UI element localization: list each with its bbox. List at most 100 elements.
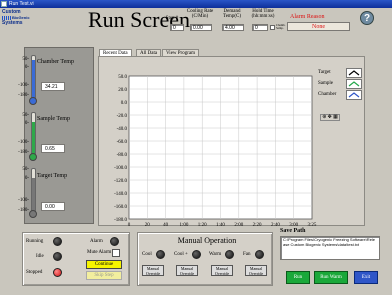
fan-label: Fan — [243, 252, 251, 257]
therm2-scale-0: 0- — [24, 121, 29, 126]
stopped-label: Stopped — [26, 270, 43, 275]
legend-swatch-target — [346, 68, 362, 78]
app-icon — [1, 1, 7, 7]
cool-indicator — [156, 250, 165, 259]
y-tick-label: -40.0 — [117, 127, 128, 132]
y-tick-label: -60.0 — [117, 140, 128, 145]
legend-swatch-chamber — [346, 90, 362, 100]
therm1-scale-180: -180- — [18, 93, 29, 98]
chamb-samp-toggle[interactable] — [270, 25, 275, 30]
therm1-scale-0: 0- — [24, 65, 29, 70]
status-panel: Running Idle Stopped Alarm Mute Alarm Co… — [22, 232, 130, 286]
title-bar: Run Test.vi — [0, 0, 392, 8]
chamber-thermometer-bulb — [29, 97, 37, 105]
legend-label-sample: Sample — [318, 81, 333, 86]
therm3-scale-100: -100- — [18, 198, 29, 203]
y-tick-label: -160.0 — [114, 205, 127, 210]
x-tick-label: 1:00 — [179, 223, 188, 227]
x-tick-label: 3:00 — [289, 223, 298, 227]
cooling-rate-field: 0.00 — [190, 24, 212, 31]
continue-button[interactable]: Continue — [86, 260, 122, 269]
x-tick-label: 20 — [145, 223, 151, 227]
alarm-indicator — [110, 237, 119, 246]
x-tick-label: 1:20 — [198, 223, 207, 227]
chamber-temp-label: Chamber Temp — [37, 59, 74, 65]
cool-label: Cool — [142, 252, 152, 257]
idle-indicator — [53, 252, 62, 261]
therm3-scale-180: -180- — [18, 208, 29, 213]
therm1-scale-50: 50- — [22, 57, 29, 62]
running-indicator — [53, 237, 62, 246]
therm3-scale-0: 0- — [24, 176, 29, 181]
demand-temp-field: 4.00 — [222, 24, 244, 31]
sample-thermometer-fill — [32, 122, 35, 154]
target-thermometer-fill — [32, 178, 35, 211]
coolplus-override-button[interactable]: Manual Override — [176, 265, 198, 276]
hold-time-label: Hold Time (hh:mm:ss) — [251, 9, 275, 19]
mute-alarm-checkbox[interactable] — [112, 249, 120, 257]
temperature-panel: 50- 0- -100- -180- Chamber Temp 34.21 50… — [18, 47, 94, 224]
run-warm-button[interactable]: Run Warm — [314, 271, 348, 284]
x-tick-label: 2:20 — [253, 223, 262, 227]
window-title: Run Test.vi — [9, 1, 34, 7]
alarm-reason-field: None — [287, 22, 350, 31]
target-temp-value: 0.00 — [41, 202, 65, 211]
therm1-scale-100: -100- — [18, 83, 29, 88]
chamber-temp-value: 34.21 — [41, 82, 65, 91]
coolplus-indicator — [192, 250, 201, 259]
therm2-scale-100: -100- — [18, 140, 29, 145]
warm-override-button[interactable]: Manual Override — [211, 265, 233, 276]
help-icon[interactable]: ? — [360, 11, 374, 25]
idle-label: Idle — [36, 254, 44, 259]
sample-temp-label: Sample Temp — [37, 116, 70, 122]
therm2-scale-50: 50- — [22, 113, 29, 118]
chamber-thermometer-tube — [31, 55, 36, 99]
running-label: Running — [26, 239, 44, 244]
save-path-field[interactable]: C:\Program Files\Cryogenic Freezing Soft… — [280, 236, 380, 260]
save-path-label: Save Path — [280, 228, 306, 234]
hold-time-field: 0 — [252, 24, 268, 31]
save-path-panel: Save Path C:\Program Files\Cryogenic Fre… — [278, 228, 386, 286]
target-thermometer-bulb — [29, 210, 37, 218]
x-tick-label: 0 — [128, 223, 131, 227]
y-tick-label: 50.0 — [118, 75, 127, 80]
legend-label-chamber: Chamber — [318, 92, 337, 97]
company-logo: Custom BioGenic Systems — [2, 10, 46, 32]
legend-swatch-sample — [346, 79, 362, 89]
sample-temp-value: 0.65 — [41, 144, 65, 153]
legend-item-sample: Sample — [318, 79, 362, 89]
y-tick-label: -180.0 — [114, 218, 127, 223]
target-temp-label: Target Temp — [37, 173, 68, 179]
coolplus-label: Cool + — [174, 252, 188, 257]
fan-indicator — [255, 250, 264, 259]
x-tick-label: 2:00 — [234, 223, 243, 227]
therm2-scale-180: -180- — [18, 150, 29, 155]
y-tick-label: -100.0 — [114, 166, 127, 171]
y-tick-label: -20.0 — [117, 114, 128, 119]
run-screen-window: Run Test.vi Custom BioGenic Systems Run … — [0, 0, 392, 295]
alarm-status-label: Alarm — [90, 239, 103, 244]
logo-line3: Systems — [2, 20, 23, 26]
alarm-reason-label: Alarm Reason — [290, 14, 325, 20]
y-tick-label: -80.0 — [117, 153, 128, 158]
manual-operation-panel: Manual Operation Cool Cool + Warm Fan Ma… — [137, 232, 273, 286]
warm-label: Warm — [209, 252, 222, 257]
run-button[interactable]: Run — [286, 271, 310, 284]
cool-override-button[interactable]: Manual Override — [142, 265, 164, 276]
fan-override-button[interactable]: Manual Override — [245, 265, 267, 276]
y-tick-label: 20.0 — [118, 88, 127, 93]
exit-button[interactable]: Exit — [354, 271, 378, 284]
legend-label-target: Target — [318, 70, 331, 75]
demand-temp-label: Demand Temp(C) — [223, 9, 241, 19]
mute-alarm-label: Mute Alarm — [87, 250, 112, 255]
skip-step-button[interactable]: Skip Step — [86, 271, 122, 280]
x-tick-label: 2:40 — [271, 223, 280, 227]
stopped-indicator — [53, 268, 62, 277]
therm3-scale-50: 50- — [22, 167, 29, 172]
step-label: Step # — [165, 16, 179, 21]
x-tick-label: 1:40 — [216, 223, 225, 227]
sample-thermometer-bulb — [29, 153, 37, 161]
graph-palette-zoom-icon[interactable]: ⊕ ✥ ▦ — [320, 114, 340, 121]
y-tick-label: -140.0 — [114, 192, 127, 197]
warm-indicator — [225, 250, 234, 259]
